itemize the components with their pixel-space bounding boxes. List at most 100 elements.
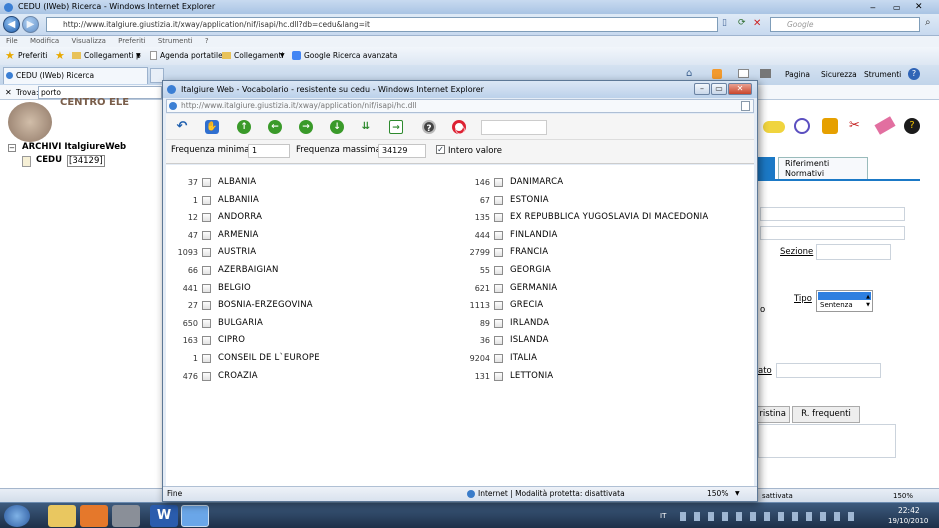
taskbar-ie-icon[interactable] xyxy=(181,505,209,527)
vocab-row[interactable]: 441 BELGIO xyxy=(166,280,456,297)
vocab-row[interactable]: 55 GEORGIA xyxy=(458,262,748,279)
print-icon[interactable] xyxy=(760,69,771,78)
spin-icon[interactable]: ▲ ▼ xyxy=(866,293,870,309)
tipo-select[interactable]: Sentenza ▲ ▼ xyxy=(816,290,873,312)
taskbar-media-icon[interactable] xyxy=(80,505,108,527)
toolbar-eraser-icon[interactable] xyxy=(874,116,896,135)
transfer-button[interactable]: ✋ xyxy=(202,118,222,136)
start-button[interactable] xyxy=(4,505,30,527)
tab-riferimenti-normativi[interactable]: Riferimenti Normativi xyxy=(778,157,868,179)
search-icon[interactable]: ⌕ xyxy=(925,17,931,28)
compat-icon[interactable]: ▯ xyxy=(722,18,727,28)
fav-collegamenti[interactable]: Collegamenti xyxy=(234,47,284,65)
menu-help[interactable]: ? xyxy=(205,37,209,45)
popup-minimize-button[interactable]: – xyxy=(694,83,710,95)
star-icon[interactable]: ★ xyxy=(5,47,15,65)
url-input[interactable]: http://www.italgiure.giustizia.it/xway/a… xyxy=(46,17,718,32)
vocab-checkbox[interactable] xyxy=(494,266,503,275)
taskbar-settings-icon[interactable] xyxy=(112,505,140,527)
toolbar-search-input[interactable] xyxy=(481,120,547,135)
fav-google-ricerca[interactable]: Google Ricerca avanzata xyxy=(304,47,397,65)
taskbar-word-icon[interactable]: W xyxy=(150,505,178,527)
menu-preferiti[interactable]: Preferiti xyxy=(118,37,145,45)
tab-cedu[interactable]: CEDU (IWeb) Ricerca xyxy=(3,67,148,84)
next-button[interactable]: → xyxy=(296,118,316,136)
rss-icon[interactable] xyxy=(712,69,722,79)
vocab-checkbox[interactable] xyxy=(202,248,211,258)
text-field-2[interactable] xyxy=(760,226,905,240)
vocab-checkbox[interactable] xyxy=(494,318,503,328)
btn-ristina[interactable]: ristina xyxy=(757,406,790,423)
minimize-icon[interactable]: ‒ xyxy=(870,1,884,13)
home-icon[interactable]: ⌂ xyxy=(686,68,692,79)
vocab-row[interactable]: 89 IRLANDA xyxy=(458,315,748,332)
ato-input[interactable] xyxy=(776,363,881,378)
vocab-row[interactable]: 1 CONSEIL DE L`EUROPE xyxy=(166,350,456,367)
vocab-row[interactable]: 37 ALBANIA xyxy=(166,174,456,191)
vocab-row[interactable]: 27 BOSNIA-ERZEGOVINA xyxy=(166,297,456,314)
vocab-row[interactable]: 36 ISLANDA xyxy=(458,332,748,349)
maximize-icon[interactable]: ▭ xyxy=(893,1,907,12)
vocab-checkbox[interactable] xyxy=(494,301,503,311)
toolbar-help-icon[interactable]: ? xyxy=(904,118,920,134)
vocab-row[interactable]: 47 ARMENIA xyxy=(166,227,456,244)
vocab-row[interactable]: 67 ESTONIA xyxy=(458,192,748,209)
vocab-row[interactable]: 12 ANDORRA xyxy=(166,209,456,226)
taskbar-explorer-icon[interactable] xyxy=(48,505,76,527)
text-field-1[interactable] xyxy=(760,207,905,221)
vocab-checkbox[interactable] xyxy=(494,178,503,187)
popup-zoom[interactable]: 150% xyxy=(707,487,728,501)
refresh-icon[interactable]: ⟳ xyxy=(738,18,746,28)
vocab-row[interactable]: 1093 AUSTRIA xyxy=(166,244,456,261)
vocab-checkbox[interactable] xyxy=(202,213,211,223)
lifebuoy-button[interactable]: ◯ xyxy=(449,118,469,136)
tree-cedu[interactable]: CEDU xyxy=(36,155,62,165)
tray-lang[interactable]: IT xyxy=(660,512,666,520)
close-icon[interactable]: ✕ xyxy=(915,0,931,12)
vocab-row[interactable]: 146 DANIMARCA xyxy=(458,174,748,191)
vocab-row[interactable]: 135 EX REPUBBLICA YUGOSLAVIA DI MACEDONIA xyxy=(458,209,748,226)
intero-checkbox[interactable]: ✓ xyxy=(436,145,445,154)
vocab-checkbox[interactable] xyxy=(494,195,503,205)
toolbar-yellow-icon[interactable] xyxy=(763,121,785,133)
vocab-checkbox[interactable] xyxy=(202,354,211,363)
btn-r-frequenti[interactable]: R. frequenti xyxy=(792,406,860,423)
menu-modifica[interactable]: Modifica xyxy=(30,37,59,45)
vocab-checkbox[interactable] xyxy=(494,248,503,258)
vocab-checkbox[interactable] xyxy=(494,213,503,223)
vocab-row[interactable]: 131 LETTONIA xyxy=(458,368,748,385)
vocab-checkbox[interactable] xyxy=(494,336,503,346)
menu-strumenti[interactable]: Strumenti xyxy=(158,37,193,45)
vocab-checkbox[interactable] xyxy=(494,283,503,293)
vocab-row[interactable]: 1113 GRECIA xyxy=(458,297,748,314)
tree-root[interactable]: ARCHIVI ItalgiureWeb xyxy=(22,142,126,152)
vocab-row[interactable]: 1 ALBANIIA xyxy=(166,192,456,209)
freq-max-input[interactable]: 34129 xyxy=(378,144,426,158)
export-button[interactable]: → xyxy=(386,118,406,136)
vocab-checkbox[interactable] xyxy=(202,178,211,187)
vocab-checkbox[interactable] xyxy=(494,371,503,381)
vocab-checkbox[interactable] xyxy=(494,354,503,363)
vocab-checkbox[interactable] xyxy=(202,301,211,311)
last-button[interactable]: ↓ xyxy=(327,118,347,136)
prev-button[interactable]: ← xyxy=(265,118,285,136)
vocab-checkbox[interactable] xyxy=(202,195,211,205)
tree-collapse-icon[interactable]: − xyxy=(8,144,16,152)
vocab-checkbox[interactable] xyxy=(202,283,211,293)
vocab-row[interactable]: 621 GERMANIA xyxy=(458,280,748,297)
first-button[interactable]: ↑ xyxy=(234,118,254,136)
fav-collegamenti-p[interactable]: Collegamenti p xyxy=(84,47,141,65)
help-icon[interactable]: ? xyxy=(908,68,920,80)
undo-button[interactable]: ↶ xyxy=(172,118,192,136)
sezione-input[interactable] xyxy=(816,244,891,260)
forward-icon[interactable]: ▶ xyxy=(22,16,39,33)
vocab-row[interactable]: 66 AZERBAIGIAN xyxy=(166,262,456,279)
chevron-down-icon[interactable]: ▼ xyxy=(735,487,740,501)
help-button[interactable]: ? xyxy=(419,118,439,136)
tray-icons[interactable] xyxy=(680,512,860,521)
toolbar-lock-icon[interactable] xyxy=(822,118,838,134)
command-pagina[interactable]: Pagina xyxy=(785,70,810,79)
vocab-row[interactable]: 2799 FRANCIA xyxy=(458,244,748,261)
main-zoom[interactable]: 150% xyxy=(893,489,913,503)
vocab-row[interactable]: 650 BULGARIA xyxy=(166,315,456,332)
